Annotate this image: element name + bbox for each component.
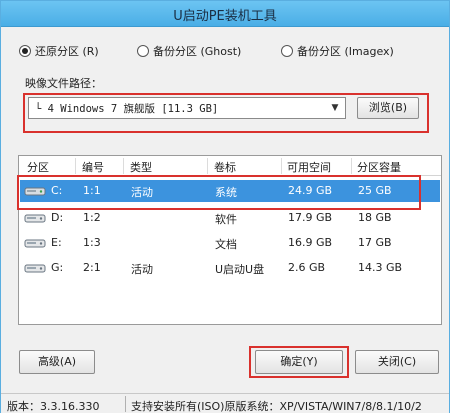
cell-free: 16.9 GB <box>288 236 333 249</box>
radio-label: 备份分区 (Ghost) <box>153 45 242 58</box>
cell-size: 18 GB <box>358 211 392 224</box>
cell-type: 活动 <box>131 263 153 276</box>
cell-number: 2:1 <box>83 261 101 274</box>
usb-drive-icon <box>24 264 46 273</box>
ok-button[interactable]: 确定(Y) <box>255 350 343 374</box>
radio-indicator <box>137 45 149 57</box>
pe-install-window: U启动PE装机工具 还原分区 (R) 备份分区 (Ghost) 备份分区 (Im… <box>0 0 450 413</box>
window-title: U启动PE装机工具 <box>173 9 277 24</box>
column-header-partition[interactable]: 分区 <box>27 159 49 175</box>
cell-label: U启动U盘 <box>215 263 265 276</box>
browse-button[interactable]: 浏览(B) <box>357 97 419 119</box>
radio-backup-imagex[interactable]: 备份分区 (Imagex) <box>281 43 394 59</box>
table-header: 分区 编号 类型 卷标 可用空间 分区容量 <box>19 156 441 176</box>
column-header-type[interactable]: 类型 <box>130 159 152 175</box>
advanced-button[interactable]: 高级(A) <box>19 350 95 374</box>
radio-indicator <box>19 45 31 57</box>
cell-drive: G: <box>51 261 64 274</box>
status-bar: 版本：3.3.16.330 支持安装所有(ISO)原版系统：XP/VISTA/W… <box>1 393 449 413</box>
cell-label: 文档 <box>215 238 237 251</box>
title-bar[interactable]: U启动PE装机工具 <box>1 1 449 27</box>
cell-drive: E: <box>51 236 62 249</box>
table-row[interactable]: G: 2:1 活动 U启动U盘 2.6 GB 14.3 GB <box>20 257 440 279</box>
radio-restore-partition[interactable]: 还原分区 (R) <box>19 43 99 59</box>
cell-label: 软件 <box>215 213 237 226</box>
column-header-capacity[interactable]: 分区容量 <box>357 159 401 175</box>
cell-number: 1:2 <box>83 211 101 224</box>
cell-drive: D: <box>51 211 64 224</box>
image-path-value: └ 4 Windows 7 旗舰版 [11.3 GB] <box>35 103 219 115</box>
radio-label: 备份分区 (Imagex) <box>297 45 394 58</box>
cell-free: 2.6 GB <box>288 261 326 274</box>
table-row[interactable]: E: 1:3 文档 16.9 GB 17 GB <box>20 232 440 254</box>
column-header-label[interactable]: 卷标 <box>214 159 236 175</box>
mode-radio-group: 还原分区 (R) 备份分区 (Ghost) 备份分区 (Imagex) <box>19 43 441 61</box>
support-text: 支持安装所有(ISO)原版系统：XP/VISTA/WIN7/8/8.1/10/2 <box>131 400 422 413</box>
radio-label: 还原分区 (R) <box>35 45 99 58</box>
radio-indicator <box>281 45 293 57</box>
column-header-number[interactable]: 编号 <box>82 159 104 175</box>
cell-number: 1:3 <box>83 236 101 249</box>
hard-drive-icon <box>24 214 46 223</box>
column-header-free-space[interactable]: 可用空间 <box>287 159 331 175</box>
highlight-box-partition <box>17 175 421 210</box>
cell-size: 14.3 GB <box>358 261 403 274</box>
chevron-down-icon[interactable]: ▼ <box>328 101 342 115</box>
table-row[interactable]: D: 1:2 软件 17.9 GB 18 GB <box>20 207 440 229</box>
radio-backup-ghost[interactable]: 备份分区 (Ghost) <box>137 43 241 59</box>
close-button[interactable]: 关闭(C) <box>355 350 439 374</box>
hard-drive-icon <box>24 239 46 248</box>
image-path-label: 映像文件路径： <box>25 77 102 90</box>
cell-free: 17.9 GB <box>288 211 333 224</box>
image-path-select[interactable]: └ 4 Windows 7 旗舰版 [11.3 GB] ▼ <box>28 97 346 119</box>
cell-size: 17 GB <box>358 236 392 249</box>
version-text: 版本：3.3.16.330 <box>7 400 100 413</box>
